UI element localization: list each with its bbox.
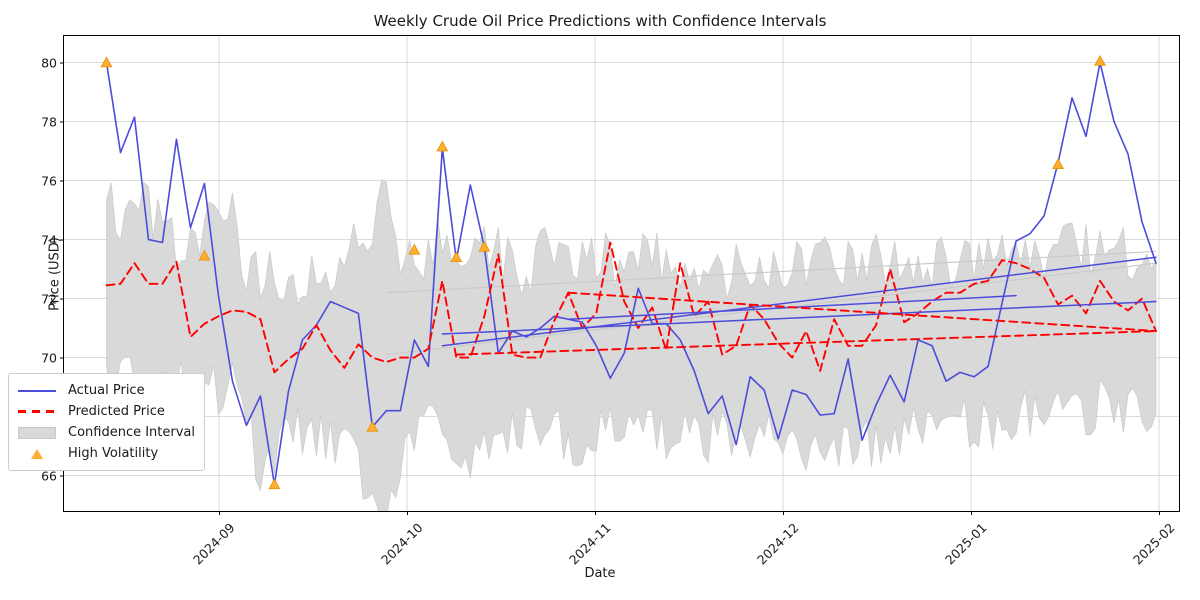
x-tick-mark <box>595 511 596 515</box>
legend-label-actual-price: Actual Price <box>68 383 145 398</box>
chart-legend: Actual Price Predicted Price Confidence … <box>8 373 206 471</box>
legend-label-confidence-interval: Confidence Interval <box>68 425 196 440</box>
y-tick-label: 70 <box>41 350 57 366</box>
x-tick-label: 2024-11 <box>566 520 614 568</box>
volatility-marker <box>100 56 113 68</box>
x-tick-label: 2025-01 <box>942 520 990 568</box>
x-axis-label: Date <box>584 566 616 581</box>
legend-item-high-volatility: High Volatility <box>17 443 195 464</box>
legend-key-band-patch-icon <box>17 425 57 441</box>
legend-label-predicted-price: Predicted Price <box>68 404 165 419</box>
plot-clip <box>64 36 1179 511</box>
x-tick-mark <box>1159 511 1160 515</box>
legend-label-high-volatility: High Volatility <box>68 446 159 461</box>
plot-area: Price (USD) 6668707274767880 2024-092024… <box>41 35 1180 568</box>
legend-key-solid-line-icon <box>17 383 57 399</box>
volatility-marker <box>436 140 449 152</box>
plot-svg <box>64 36 1179 511</box>
y-tick-label: 72 <box>41 291 57 307</box>
figure-canvas: Weekly Crude Oil Price Predictions with … <box>0 0 1200 600</box>
y-tick-label: 76 <box>41 173 57 189</box>
x-tick-mark <box>219 511 220 515</box>
confidence-interval-band <box>106 179 1157 511</box>
chart-title: Weekly Crude Oil Price Predictions with … <box>373 12 827 30</box>
x-tick-label: 2024-09 <box>190 520 238 568</box>
legend-item-confidence-interval: Confidence Interval <box>17 422 195 443</box>
legend-item-actual-price: Actual Price <box>17 380 195 401</box>
legend-key-dashed-line-icon <box>17 404 57 420</box>
volatility-marker <box>450 251 463 262</box>
x-tick-mark <box>407 511 408 515</box>
x-tick-label: 2025-02 <box>1130 520 1178 568</box>
x-tick-mark <box>971 511 972 515</box>
y-tick-label: 74 <box>41 232 57 248</box>
x-tick-mark <box>783 511 784 515</box>
y-tick-label: 78 <box>41 114 57 130</box>
volatility-marker <box>268 478 281 490</box>
legend-item-predicted-price: Predicted Price <box>17 401 195 422</box>
volatility-marker <box>1052 158 1065 170</box>
volatility-marker <box>1094 54 1106 66</box>
x-tick-label: 2024-10 <box>378 520 426 568</box>
legend-key-triangle-marker-icon <box>17 446 57 462</box>
y-tick-label: 80 <box>41 55 57 71</box>
x-tick-label: 2024-12 <box>754 520 802 568</box>
